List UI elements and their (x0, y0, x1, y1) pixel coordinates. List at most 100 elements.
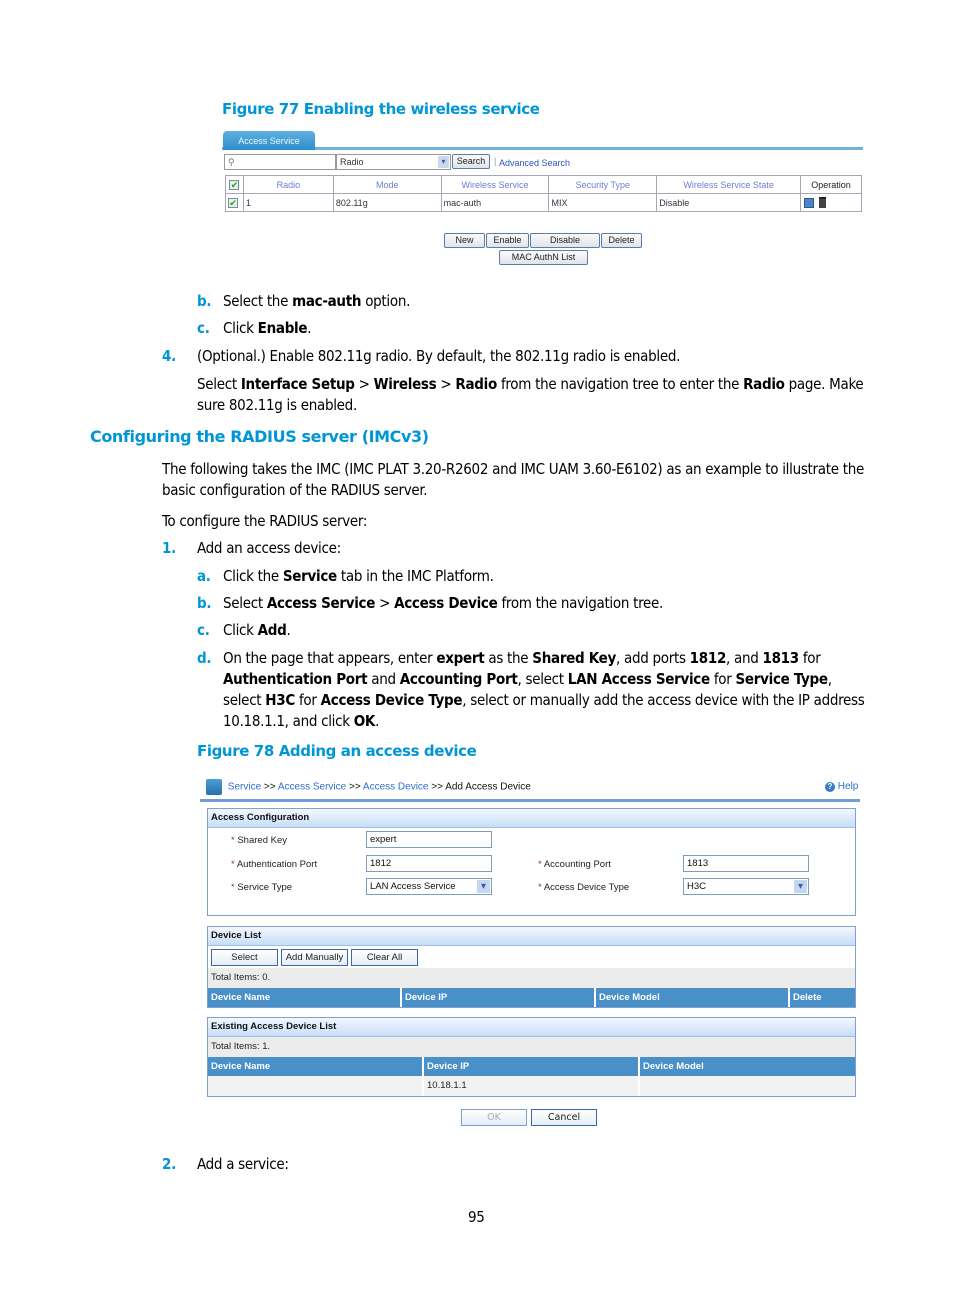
step-b: b. Select the mac-auth option. (197, 291, 410, 312)
col-delete: Delete (790, 988, 855, 1007)
text: from the navigation tree. (497, 594, 663, 612)
add-manually-button[interactable]: Add Manually (281, 949, 348, 966)
step-label: b. (197, 594, 212, 612)
existing-list-header: Device Name Device IP Device Model (208, 1057, 855, 1076)
authentication-port-input[interactable]: 1812 (366, 855, 492, 872)
text: . (375, 712, 380, 730)
section-heading: Configuring the RADIUS server (IMCv3) (90, 427, 429, 446)
delete-icon[interactable] (818, 197, 826, 209)
text: from the navigation tree to enter the (496, 375, 744, 393)
select-all-checkbox[interactable]: ✔ (225, 175, 244, 194)
step-1: 1. Add an access device: (162, 538, 341, 559)
enable-button[interactable]: Enable (486, 233, 529, 248)
step-label: b. (197, 292, 212, 310)
bold-text: Service (282, 567, 337, 585)
col-device-model: Device Model (640, 1057, 855, 1076)
cell-radio: 1 (242, 193, 334, 212)
to-configure: To configure the RADIUS server: (162, 512, 368, 530)
tab-access-service[interactable]: Access Service (223, 131, 315, 150)
search-icon: ⚲ (228, 157, 235, 167)
total-items: Total Items: 0. (208, 968, 855, 988)
access-configuration-panel: Access Configuration * Shared Key expert… (207, 808, 856, 916)
row-checkbox[interactable]: ✔ (225, 193, 244, 212)
device-list-toolbar: Select Add Manually Clear All (208, 946, 855, 968)
help-label: Help (837, 781, 859, 792)
text: , select (517, 670, 568, 688)
col-security-type[interactable]: Security Type (548, 175, 658, 194)
authentication-port-label: * Authentication Port (231, 859, 318, 870)
cell-mode: 802.11g (332, 193, 442, 212)
col-device-ip: Device IP (424, 1057, 640, 1076)
text: . (307, 319, 312, 337)
service-type-select[interactable]: LAN Access Service (366, 878, 492, 895)
breadcrumb-access-service[interactable]: Access Service (278, 782, 346, 793)
new-button[interactable]: New (444, 233, 485, 248)
cell-wireless-service: mac-auth (440, 193, 550, 212)
breadcrumb-separator: >> (431, 781, 443, 793)
step-label: 2. (162, 1155, 176, 1173)
total-items: Total Items: 1. (208, 1037, 855, 1057)
search-field-select[interactable]: Radio ▾ (336, 154, 451, 170)
cell-operation (800, 193, 862, 212)
bold-text: Enable (257, 319, 308, 337)
text: , and (726, 649, 763, 667)
text: Click the (223, 567, 283, 585)
step-4-detail: Select Interface Setup > Wireless > Radi… (197, 374, 865, 416)
step-1b: b. Select Access Service > Access Device … (197, 593, 663, 614)
text: for (798, 649, 821, 667)
breadcrumb-service[interactable]: Service (228, 782, 261, 793)
step-label: 4. (162, 347, 176, 365)
text: > (375, 594, 395, 612)
shared-key-input[interactable]: expert (366, 831, 492, 848)
bold-text: 1812 (689, 649, 727, 667)
col-mode[interactable]: Mode (332, 175, 442, 194)
separator: | (494, 156, 497, 166)
ok-button[interactable]: OK (461, 1109, 527, 1126)
text: > (436, 375, 456, 393)
accounting-port-input[interactable]: 1813 (683, 855, 809, 872)
text: Select (223, 594, 267, 612)
disable-button[interactable]: Disable (530, 233, 600, 248)
shared-key-label: * Shared Key (231, 835, 287, 846)
advanced-search-link[interactable]: Advanced Search (499, 158, 570, 168)
intro-paragraph: The following takes the IMC (IMC PLAT 3.… (162, 460, 864, 499)
mac-authn-list-button[interactable]: MAC AuthN List (499, 250, 588, 265)
search-input[interactable]: ⚲ (224, 154, 336, 170)
table-header-row: ✔ Radio Mode Wireless Service Security T… (225, 175, 862, 194)
service-home-icon (206, 779, 222, 795)
text: for (709, 670, 736, 688)
text: Select the (223, 292, 293, 310)
bold-text: Interface Setup (240, 375, 355, 393)
delete-button[interactable]: Delete (601, 233, 642, 248)
edit-icon[interactable] (804, 197, 814, 208)
clear-all-button[interactable]: Clear All (351, 949, 418, 966)
bold-text: Radio (455, 375, 497, 393)
bold-text: Access Device (394, 594, 498, 612)
step-1a: a. Click the Service tab in the IMC Platf… (197, 566, 494, 587)
col-wireless-service[interactable]: Wireless Service (440, 175, 550, 194)
text: option. (361, 292, 411, 310)
breadcrumb-access-device[interactable]: Access Device (363, 782, 429, 793)
col-device-model: Device Model (596, 988, 790, 1007)
bold-text: LAN Access Service (567, 670, 710, 688)
search-button[interactable]: Search (452, 154, 490, 169)
breadcrumb-separator: >> (263, 781, 276, 793)
figure-77-caption: Figure 77 Enabling the wireless service (222, 100, 540, 118)
access-device-type-select[interactable]: H3C (683, 878, 809, 895)
col-radio[interactable]: Radio (242, 175, 334, 194)
text: Select (197, 375, 241, 393)
col-device-name: Device Name (208, 1057, 424, 1076)
bold-text: mac-auth (292, 292, 362, 310)
bold-text: Service Type (735, 670, 829, 688)
cell-security-type: MIX (548, 193, 658, 212)
text: and (367, 670, 400, 688)
panel-title: Existing Access Device List (208, 1018, 855, 1037)
cancel-button[interactable]: Cancel (531, 1109, 597, 1126)
bold-text: Access Service (266, 594, 376, 612)
step-2: 2. Add a service: (162, 1154, 289, 1175)
breadcrumb-current: Add Access Device (445, 781, 531, 793)
help-link[interactable]: ? Help (825, 781, 858, 792)
select-button[interactable]: Select (211, 949, 278, 966)
col-wireless-service-state[interactable]: Wireless Service State (656, 175, 801, 194)
text: . (286, 621, 291, 639)
